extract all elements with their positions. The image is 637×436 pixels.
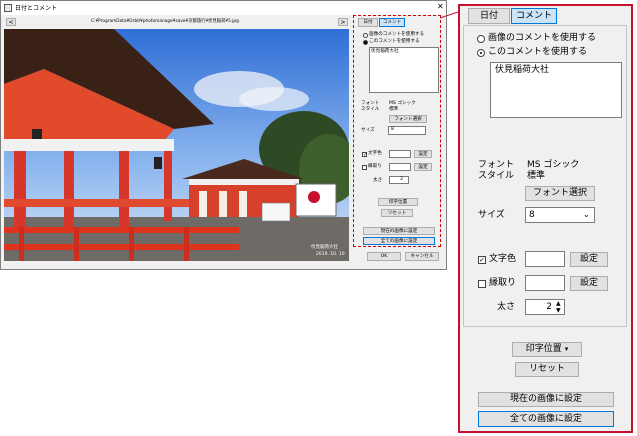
zoom-thickness-value: 2 — [546, 302, 552, 312]
zoom-tab-date[interactable]: 日付 — [468, 8, 510, 24]
zoom-outline-color-swatch[interactable] — [525, 275, 565, 291]
date-comment-dialog: 日付とコメント ✕ < C:¥ProgramData¥Orbit¥photoma… — [0, 0, 447, 270]
highlight-box — [353, 15, 441, 247]
zoom-radio-this-comment[interactable] — [477, 49, 485, 57]
zoom-reset-button[interactable]: リセット — [515, 362, 579, 377]
zoom-tab-comment[interactable]: コメント — [511, 8, 557, 24]
zoom-outline-checkbox[interactable] — [478, 280, 486, 288]
zoom-text-color-swatch[interactable] — [525, 251, 565, 267]
zoom-text-color-label: 文字色 — [489, 254, 517, 264]
spinner-arrows-icon[interactable]: ▲ ▼ — [556, 300, 561, 314]
zoom-outline-set-button[interactable]: 設定 — [570, 276, 608, 291]
zoom-radio-image-comment-label: 画像のコメントを使用する — [488, 33, 597, 43]
zoom-font-style-label: フォント スタイル — [478, 160, 515, 181]
zoom-radio-image-comment[interactable] — [477, 35, 485, 43]
zoom-print-position-button[interactable]: 印字位置 ▾ — [512, 342, 582, 357]
zoom-size-label: サイズ — [478, 210, 505, 220]
window-title: 日付とコメント — [15, 5, 58, 12]
photo-caption-date: 2019. 10. 10 — [316, 252, 345, 257]
zoom-font-name-value: MS ゴシック 標準 — [527, 160, 580, 181]
zoom-text-color-set-button[interactable]: 設定 — [570, 252, 608, 267]
photo-preview — [4, 29, 349, 261]
zoom-text-color-checkbox[interactable]: ✓ — [478, 256, 486, 264]
ok-button[interactable]: OK — [367, 252, 401, 261]
zoom-apply-current-button[interactable]: 現在の画像に設定 — [478, 392, 614, 407]
prev-image-button[interactable]: < — [6, 18, 16, 26]
connector-line — [440, 11, 459, 19]
cancel-button[interactable]: キャンセル — [405, 252, 439, 261]
app-icon — [4, 4, 12, 12]
file-path: C:¥ProgramData¥Orbit¥photomanage¥save¥京都… — [91, 19, 239, 24]
zoom-size-value: 8 — [529, 210, 535, 220]
dropdown-arrow-icon: ▾ — [564, 345, 569, 353]
next-image-button[interactable]: > — [338, 18, 348, 26]
photo-caption-name: 伏見稲荷大社 — [311, 245, 338, 250]
zoom-size-select[interactable]: 8 ⌄ — [525, 207, 595, 223]
title-bar: 日付とコメント ✕ — [1, 1, 446, 15]
shrine-photo — [4, 29, 349, 261]
zoom-comment-textarea[interactable]: 伏見稲荷大社 — [490, 62, 622, 118]
chevron-down-icon: ⌄ — [583, 210, 590, 219]
zoom-thickness-label: 太さ — [497, 302, 516, 312]
zoom-print-position-label: 印字位置 — [525, 344, 562, 354]
zoom-font-select-button[interactable]: フォント選択 — [525, 186, 595, 201]
zoom-outline-label: 縁取り — [489, 278, 517, 288]
zoom-radio-this-comment-label: このコメントを使用する — [488, 47, 588, 57]
zoom-apply-all-button[interactable]: 全ての画像に設定 — [478, 411, 614, 427]
